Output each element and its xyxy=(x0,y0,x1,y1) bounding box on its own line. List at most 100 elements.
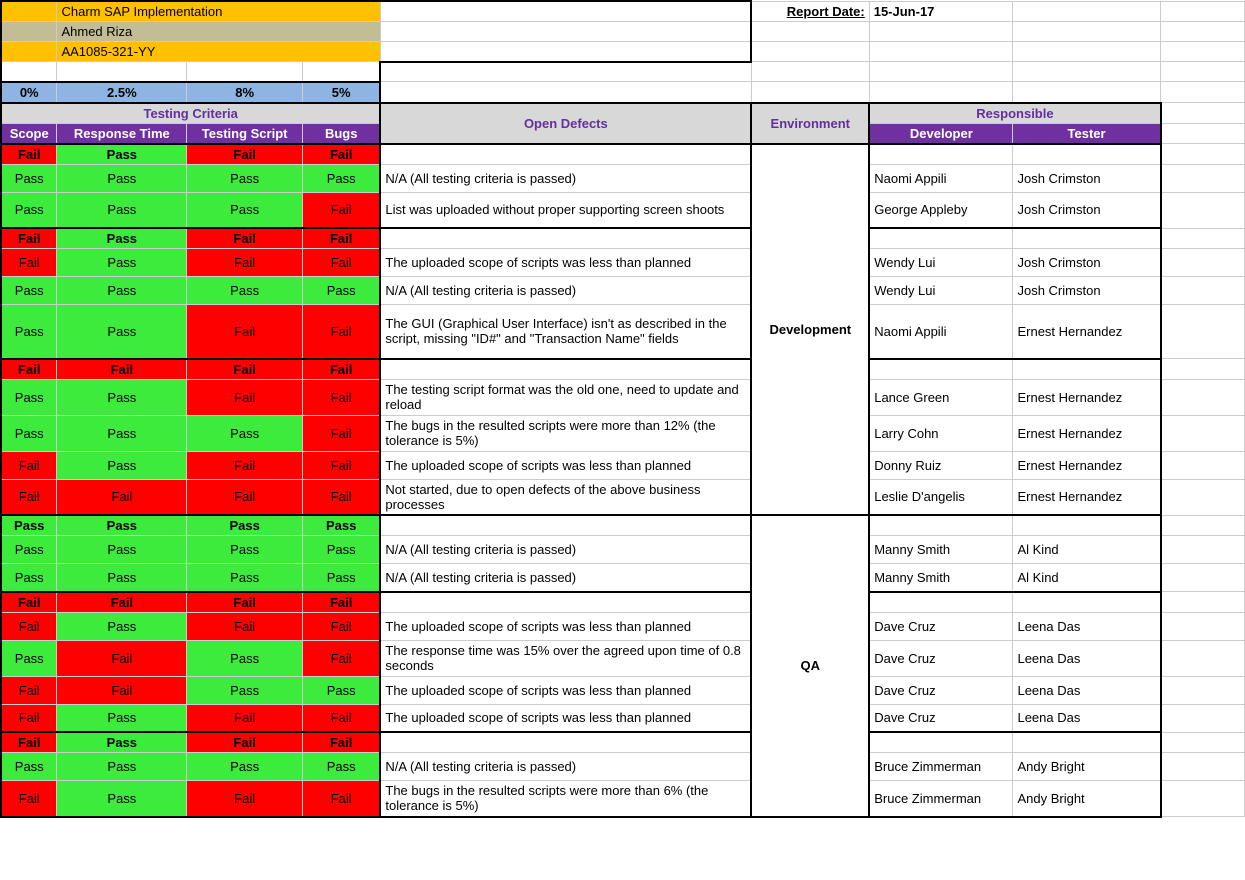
defect-cell[interactable]: List was uploaded without proper support… xyxy=(380,192,751,228)
pct-scope[interactable]: 0% xyxy=(1,82,57,103)
script-cell[interactable]: Fail xyxy=(187,228,303,249)
script-cell[interactable]: Fail xyxy=(187,249,303,277)
resp-cell[interactable]: Pass xyxy=(57,515,187,536)
env-dev[interactable]: Development xyxy=(751,144,869,516)
bugs-cell[interactable]: Fail xyxy=(303,592,381,613)
tester-cell[interactable]: Ernest Hernandez xyxy=(1013,415,1161,451)
scope-cell[interactable]: Fail xyxy=(1,228,57,249)
dev-cell[interactable] xyxy=(869,359,1013,380)
resp-cell[interactable]: Pass xyxy=(57,164,187,192)
owner[interactable]: Ahmed Riza xyxy=(57,22,380,42)
pct-resp[interactable]: 2.5% xyxy=(57,82,187,103)
bugs-cell[interactable]: Fail xyxy=(303,415,381,451)
dev-cell[interactable]: Dave Cruz xyxy=(869,640,1013,676)
dev-cell[interactable]: Bruce Zimmerman xyxy=(869,753,1013,781)
tester-cell[interactable]: Leena Das xyxy=(1013,676,1161,704)
defect-cell[interactable]: N/A (All testing criteria is passed) xyxy=(380,164,751,192)
resp-cell[interactable]: Fail xyxy=(57,592,187,613)
tester-cell[interactable]: Josh Crimston xyxy=(1013,164,1161,192)
bugs-cell[interactable]: Fail xyxy=(303,359,381,380)
resp-cell[interactable]: Pass xyxy=(57,228,187,249)
bugs-cell[interactable]: Fail xyxy=(303,379,381,415)
scope-cell[interactable]: Fail xyxy=(1,612,57,640)
dev-cell[interactable]: George Appleby xyxy=(869,192,1013,228)
defect-cell[interactable] xyxy=(380,144,751,165)
tester-cell[interactable]: Andy Bright xyxy=(1013,781,1161,817)
tester-cell[interactable]: Leena Das xyxy=(1013,612,1161,640)
resp-cell[interactable]: Fail xyxy=(57,479,187,515)
defect-cell[interactable]: The response time was 15% over the agree… xyxy=(380,640,751,676)
bugs-cell[interactable]: Fail xyxy=(303,249,381,277)
bugs-cell[interactable]: Fail xyxy=(303,451,381,479)
dev-cell[interactable]: Dave Cruz xyxy=(869,612,1013,640)
bugs-cell[interactable]: Fail xyxy=(303,704,381,732)
bugs-cell[interactable]: Pass xyxy=(303,277,381,305)
defect-cell[interactable] xyxy=(380,228,751,249)
dev-cell[interactable] xyxy=(869,144,1013,165)
tester-cell[interactable]: Leena Das xyxy=(1013,704,1161,732)
defect-cell[interactable] xyxy=(380,732,751,753)
tester-cell[interactable] xyxy=(1013,515,1161,536)
resp-cell[interactable]: Pass xyxy=(57,781,187,817)
script-cell[interactable]: Pass xyxy=(187,640,303,676)
tester-cell[interactable]: Andy Bright xyxy=(1013,753,1161,781)
bugs-cell[interactable]: Fail xyxy=(303,305,381,359)
tester-cell[interactable] xyxy=(1013,359,1161,380)
scope-cell[interactable]: Fail xyxy=(1,451,57,479)
bugs-cell[interactable]: Fail xyxy=(303,732,381,753)
resp-cell[interactable]: Pass xyxy=(57,704,187,732)
dev-cell[interactable]: Manny Smith xyxy=(869,564,1013,592)
bugs-cell[interactable]: Pass xyxy=(303,164,381,192)
script-cell[interactable]: Fail xyxy=(187,479,303,515)
scope-cell[interactable]: Fail xyxy=(1,359,57,380)
scope-cell[interactable]: Pass xyxy=(1,564,57,592)
tester-cell[interactable] xyxy=(1013,732,1161,753)
tester-cell[interactable]: Ernest Hernandez xyxy=(1013,479,1161,515)
cell[interactable] xyxy=(380,1,751,22)
script-cell[interactable]: Fail xyxy=(187,704,303,732)
dev-cell[interactable]: Dave Cruz xyxy=(869,704,1013,732)
defect-cell[interactable]: The bugs in the resulted scripts were mo… xyxy=(380,415,751,451)
defect-cell[interactable]: The uploaded scope of scripts was less t… xyxy=(380,612,751,640)
bugs-cell[interactable]: Fail xyxy=(303,144,381,165)
scope-cell[interactable]: Fail xyxy=(1,249,57,277)
project-name[interactable]: Charm SAP Implementation xyxy=(57,1,380,22)
dev-cell[interactable] xyxy=(869,732,1013,753)
scope-cell[interactable]: Pass xyxy=(1,164,57,192)
dev-cell[interactable]: Donny Ruiz xyxy=(869,451,1013,479)
dev-cell[interactable]: Bruce Zimmerman xyxy=(869,781,1013,817)
dev-cell[interactable]: Leslie D'angelis xyxy=(869,479,1013,515)
scope-cell[interactable]: Pass xyxy=(1,379,57,415)
tester-cell[interactable] xyxy=(1013,228,1161,249)
tester-cell[interactable]: Leena Das xyxy=(1013,640,1161,676)
resp-cell[interactable]: Pass xyxy=(57,451,187,479)
tester-cell[interactable] xyxy=(1013,144,1161,165)
scope-cell[interactable]: Pass xyxy=(1,515,57,536)
bugs-cell[interactable]: Fail xyxy=(303,612,381,640)
defect-cell[interactable] xyxy=(380,592,751,613)
tester-cell[interactable]: Ernest Hernandez xyxy=(1013,379,1161,415)
dev-cell[interactable]: Wendy Lui xyxy=(869,249,1013,277)
resp-cell[interactable]: Pass xyxy=(57,277,187,305)
script-cell[interactable]: Pass xyxy=(187,415,303,451)
tester-cell[interactable]: Josh Crimston xyxy=(1013,192,1161,228)
script-cell[interactable]: Pass xyxy=(187,192,303,228)
script-cell[interactable]: Fail xyxy=(187,592,303,613)
script-cell[interactable]: Fail xyxy=(187,612,303,640)
defect-cell[interactable]: The uploaded scope of scripts was less t… xyxy=(380,249,751,277)
script-cell[interactable]: Fail xyxy=(187,451,303,479)
scope-cell[interactable]: Pass xyxy=(1,536,57,564)
script-cell[interactable]: Fail xyxy=(187,305,303,359)
dev-cell[interactable]: Naomi Appili xyxy=(869,164,1013,192)
bugs-cell[interactable]: Pass xyxy=(303,515,381,536)
dev-cell[interactable] xyxy=(869,592,1013,613)
scope-cell[interactable]: Pass xyxy=(1,753,57,781)
defect-cell[interactable]: N/A (All testing criteria is passed) xyxy=(380,753,751,781)
resp-cell[interactable]: Pass xyxy=(57,249,187,277)
script-cell[interactable]: Fail xyxy=(187,379,303,415)
script-cell[interactable]: Pass xyxy=(187,277,303,305)
resp-cell[interactable]: Fail xyxy=(57,676,187,704)
bugs-cell[interactable]: Pass xyxy=(303,753,381,781)
resp-cell[interactable]: Pass xyxy=(57,144,187,165)
resp-cell[interactable]: Pass xyxy=(57,612,187,640)
